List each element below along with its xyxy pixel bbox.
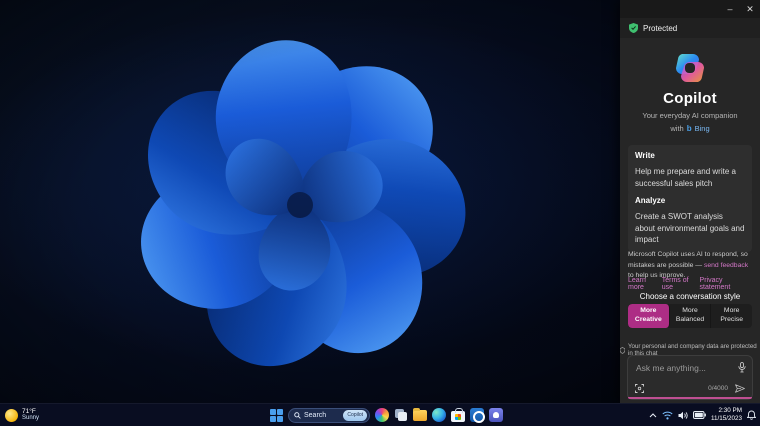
legal-links-row: Learn more Terms of use Privacy statemen…: [628, 277, 752, 291]
with-bing-row: with b Bing: [620, 124, 760, 133]
copilot-taskbar-icon[interactable]: [375, 408, 389, 422]
ask-me-anything-input[interactable]: [630, 358, 730, 378]
card-body: Help me prepare and write a successful s…: [635, 167, 736, 188]
taskbar-center: Search Copilot: [270, 404, 503, 426]
style-line: More: [640, 307, 657, 315]
weather-temperature: 71°F: [22, 407, 36, 415]
close-button[interactable]: ✕: [740, 0, 760, 18]
bing-icon: b: [686, 124, 692, 133]
clock-time: 2:30 PM: [718, 407, 742, 415]
copilot-logo: [676, 54, 704, 82]
teams-icon[interactable]: [489, 408, 503, 422]
learn-more-link[interactable]: Learn more: [628, 277, 662, 291]
style-more-balanced-button[interactable]: More Balanced: [670, 304, 712, 328]
clock-date: 11/15/2023: [710, 415, 742, 422]
file-explorer-icon[interactable]: [413, 408, 427, 421]
outlook-icon[interactable]: [470, 408, 485, 423]
notification-bell-icon[interactable]: [747, 410, 756, 420]
prompt-card-analyze[interactable]: Analyze Create a SWOT analysis about env…: [628, 190, 752, 252]
wifi-icon[interactable]: [662, 411, 673, 420]
style-more-precise-button[interactable]: More Precise: [711, 304, 752, 328]
minimize-button[interactable]: –: [720, 0, 740, 18]
weather-condition: Sunny: [22, 415, 40, 422]
visual-search-icon[interactable]: [635, 384, 644, 393]
taskbar: 71°F Sunny Search Copilot 2:30 PM 11/15/…: [0, 403, 760, 426]
privacy-statement-link[interactable]: Privacy statement: [700, 277, 752, 291]
style-line: More: [682, 307, 698, 315]
conversation-style-label: Choose a conversation style: [639, 292, 741, 301]
with-label: with: [670, 124, 684, 133]
task-view-icon[interactable]: [394, 408, 408, 422]
copilot-panel: – ✕ Protected Copilot Your everyday AI c…: [620, 0, 760, 403]
style-line: Balanced: [675, 316, 705, 323]
style-line: Creative: [634, 316, 662, 323]
battery-icon[interactable]: [692, 411, 706, 419]
privacy-shield-icon: [620, 346, 625, 354]
search-label: Search: [304, 411, 327, 419]
edge-browser-icon[interactable]: [432, 408, 446, 422]
microsoft-store-icon[interactable]: [451, 407, 465, 422]
conversation-style-segmented: More Creative More Balanced More Precise: [628, 304, 752, 328]
protected-bar: Protected: [620, 18, 760, 38]
tray-chevron-up-icon[interactable]: [649, 412, 657, 418]
microphone-icon[interactable]: [738, 362, 746, 373]
start-button[interactable]: [270, 408, 283, 422]
style-line: Precise: [720, 316, 744, 323]
send-icon[interactable]: [735, 384, 745, 393]
desktop: – ✕ Protected Copilot Your everyday AI c…: [0, 0, 760, 426]
sun-icon: [5, 408, 18, 422]
style-line: More: [723, 307, 740, 315]
panel-titlebar: – ✕: [620, 0, 760, 18]
send-feedback-link[interactable]: send feedback: [704, 262, 748, 269]
clock[interactable]: 2:30 PM 11/15/2023: [711, 407, 742, 422]
system-tray: 2:30 PM 11/15/2023: [649, 404, 756, 426]
terms-of-use-link[interactable]: Terms of use: [662, 277, 700, 291]
style-more-creative-button[interactable]: More Creative: [628, 304, 670, 328]
input-bottom-row: 0/4000: [635, 384, 745, 393]
weather-widget[interactable]: 71°F Sunny: [5, 404, 39, 426]
search-copilot-pill[interactable]: Copilot: [343, 409, 367, 421]
input-accent-underline: [628, 397, 752, 399]
card-heading: Analyze: [635, 196, 666, 205]
copilot-subtitle: Your everyday AI companion: [642, 111, 738, 120]
chat-input-box[interactable]: 0/4000: [627, 355, 753, 400]
search-box[interactable]: Search Copilot: [288, 407, 370, 423]
card-heading: Write: [635, 151, 655, 160]
speaker-icon[interactable]: [678, 411, 688, 420]
prompt-card-write[interactable]: Write Help me prepare and write a succes…: [628, 145, 752, 196]
shield-check-icon: [629, 23, 638, 33]
protected-label: Protected: [643, 23, 678, 33]
copilot-title: Copilot: [663, 90, 717, 107]
search-icon: [294, 411, 301, 419]
search-copilot-pill-label: Copilot: [347, 412, 363, 418]
bing-label: Bing: [694, 124, 710, 133]
char-counter: 0/4000: [708, 385, 728, 392]
card-body: Create a SWOT analysis about environment…: [635, 212, 745, 245]
